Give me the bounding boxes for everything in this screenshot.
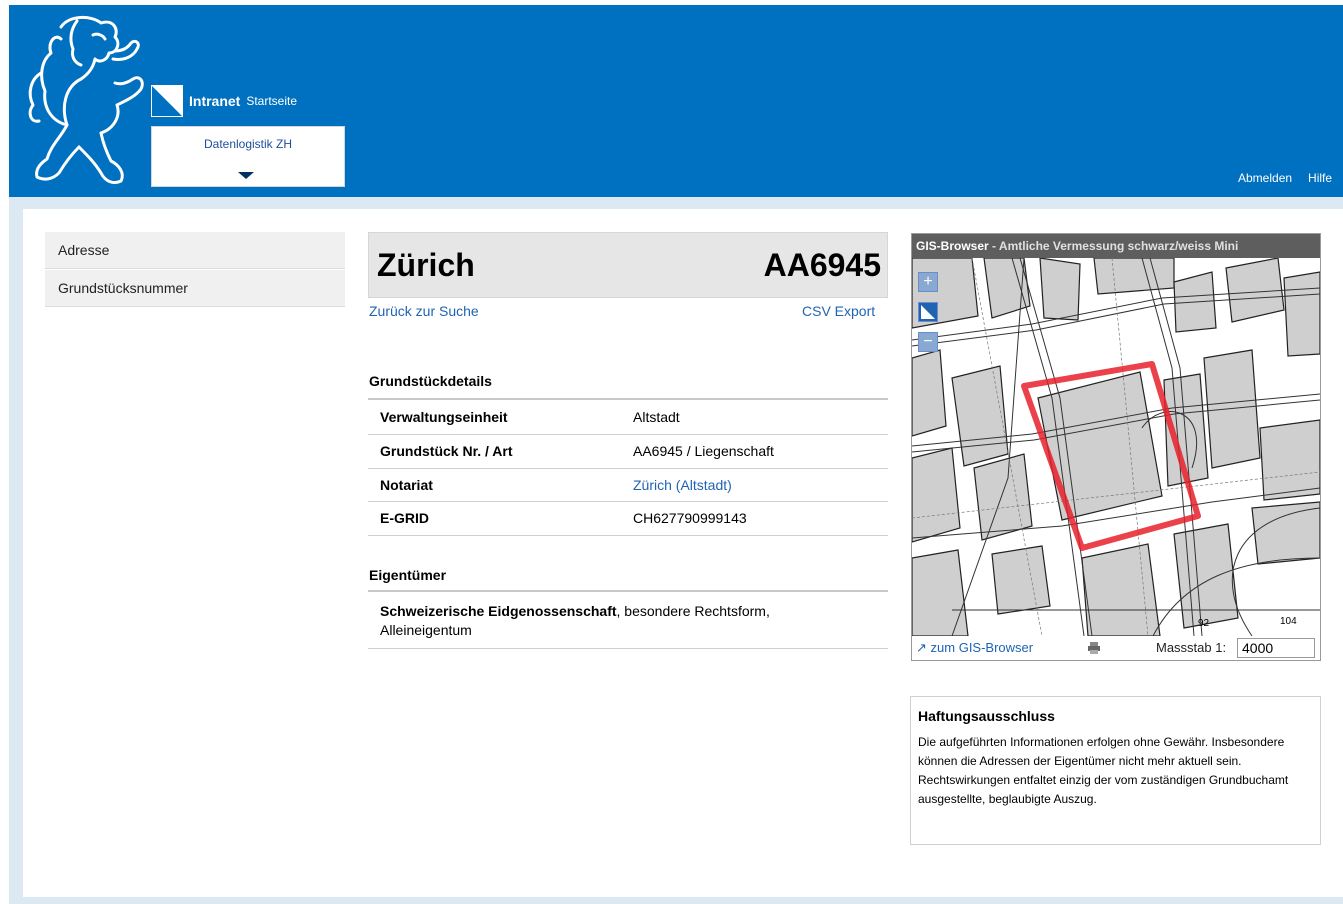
help-link[interactable]: Hilfe: [1308, 171, 1332, 185]
header-links: Abmelden Hilfe: [1238, 171, 1332, 185]
disclaimer-box: Haftungsausschluss Die aufgeführten Info…: [910, 696, 1321, 845]
csv-export-link[interactable]: CSV Export: [802, 303, 875, 319]
gis-subtitle: - Amtliche Vermessung schwarz/weiss Mini: [988, 239, 1239, 253]
zoom-level-icon: [921, 305, 935, 319]
gis-panel-header: GIS-Browser - Amtliche Vermessung schwar…: [912, 234, 1320, 258]
table-row: Verwaltungseinheit Altstadt: [368, 401, 888, 434]
owner-form: , besondere Rechtsform,: [616, 603, 770, 619]
details-heading: Grundstückdetails: [369, 373, 492, 389]
brand[interactable]: Intranet Startseite: [151, 83, 297, 119]
header-bar: Intranet Startseite Datenlogistik ZH Abm…: [9, 5, 1343, 197]
zurich-lion-logo: [28, 16, 144, 185]
zoom-out-button[interactable]: −: [918, 332, 938, 352]
to-gis-label: zum GIS-Browser: [930, 640, 1034, 655]
dropdown-label: Datenlogistik ZH: [203, 137, 293, 151]
gis-title: GIS-Browser: [916, 239, 989, 253]
row-label: Notariat: [380, 477, 433, 493]
row-value: AA6945 / Liegenschaft: [633, 443, 774, 459]
brand-name[interactable]: Intranet: [189, 93, 240, 109]
divider: [368, 648, 888, 649]
gis-panel: GIS-Browser - Amtliche Vermessung schwar…: [911, 233, 1321, 661]
owner-name: Schweizerische Eidgenossenschaft: [380, 603, 617, 619]
scale-input[interactable]: [1237, 638, 1315, 658]
zurich-flag-icon: [151, 85, 183, 117]
gis-map[interactable]: 92 104 + −: [912, 258, 1320, 636]
table-row: Notariat Zürich (Altstadt): [368, 469, 888, 502]
map-label: 104: [1280, 616, 1297, 627]
sidebar-item-grundstuecksnummer[interactable]: Grundstücksnummer: [45, 270, 345, 307]
divider: [368, 535, 888, 536]
brand-home-link[interactable]: Startseite: [246, 94, 297, 108]
table-row: E-GRID CH627790999143: [368, 502, 888, 535]
row-label: Verwaltungseinheit: [380, 409, 508, 425]
owner-share: Alleineigentum: [380, 622, 472, 638]
app-dropdown[interactable]: Datenlogistik ZH: [151, 126, 345, 187]
gis-footer: ↗ zum GIS-Browser Massstab 1:: [912, 636, 1320, 660]
cadastral-map[interactable]: 92 104: [912, 258, 1320, 636]
zoom-in-button[interactable]: +: [918, 272, 938, 292]
map-label: 92: [1198, 618, 1210, 629]
row-label: Grundstück Nr. / Art: [380, 443, 513, 459]
notariat-link[interactable]: Zürich (Altstadt): [633, 469, 732, 502]
divider: [368, 398, 888, 400]
caret-down-icon: [238, 172, 254, 179]
logout-link[interactable]: Abmelden: [1238, 171, 1292, 185]
disclaimer-text: Die aufgeführten Informationen erfolgen …: [918, 735, 1289, 806]
external-arrow-icon: ↗: [916, 640, 927, 655]
row-value: CH627790999143: [633, 510, 747, 526]
row-label: E-GRID: [380, 510, 429, 526]
owner-entry: Schweizerische Eidgenossenschaft, besond…: [380, 602, 880, 640]
back-to-search-link[interactable]: Zurück zur Suche: [369, 303, 479, 319]
page-title-city: Zürich: [377, 247, 475, 283]
sidebar-item-adresse[interactable]: Adresse: [45, 232, 345, 269]
table-row: Grundstück Nr. / Art AA6945 / Liegenscha…: [368, 435, 888, 468]
divider: [368, 590, 888, 592]
print-icon[interactable]: [1087, 636, 1101, 663]
owner-heading: Eigentümer: [369, 567, 447, 583]
disclaimer-heading: Haftungsausschluss: [918, 708, 1055, 724]
zoom-slider-icon[interactable]: [918, 302, 938, 322]
row-value: Altstadt: [633, 409, 680, 425]
to-gis-browser-link[interactable]: ↗ zum GIS-Browser: [916, 636, 1033, 660]
scale-label: Massstab 1:: [1156, 640, 1227, 655]
page-title-number: AA6945: [763, 247, 881, 283]
title-box: Zürich AA6945: [368, 232, 888, 298]
